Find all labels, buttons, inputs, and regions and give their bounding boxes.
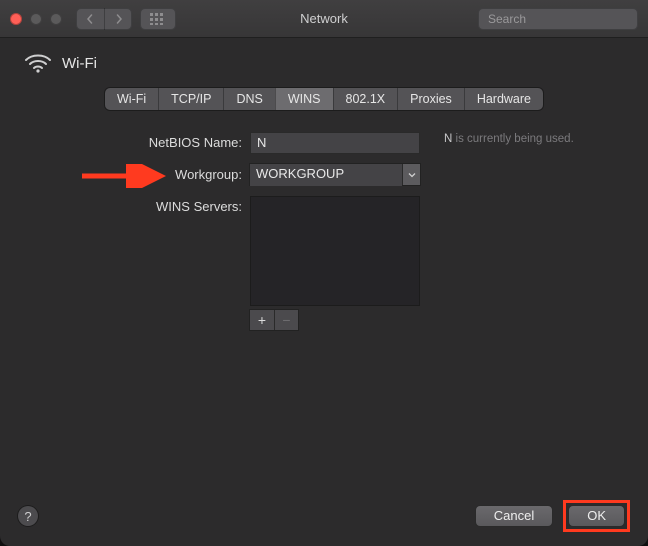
chevron-left-icon xyxy=(85,14,95,24)
interface-header: Wi-Fi xyxy=(0,38,648,82)
netbios-name-field[interactable]: N xyxy=(250,132,420,154)
help-button[interactable]: ? xyxy=(18,506,38,526)
tab-hardware[interactable]: Hardware xyxy=(464,88,543,110)
wins-servers-add-remove: + − xyxy=(250,310,298,330)
wins-form: N is currently being used. NetBIOS Name:… xyxy=(0,132,648,340)
zoom-window-icon[interactable] xyxy=(50,13,62,25)
netbios-hint: N is currently being used. xyxy=(444,132,584,146)
back-button[interactable] xyxy=(76,8,104,30)
netbios-hint-rest: is currently being used. xyxy=(452,133,573,145)
titlebar: Network xyxy=(0,0,648,38)
workgroup-label: Workgroup: xyxy=(90,164,250,186)
wins-servers-list[interactable] xyxy=(250,196,420,306)
cancel-button[interactable]: Cancel xyxy=(475,505,553,527)
search-input[interactable] xyxy=(488,12,643,26)
back-forward-segment xyxy=(76,8,132,30)
add-wins-server-button[interactable]: + xyxy=(250,310,274,330)
wifi-icon xyxy=(24,52,52,74)
workgroup-field[interactable]: WORKGROUP xyxy=(250,164,420,185)
chevron-right-icon xyxy=(114,14,124,24)
wins-servers-label: WINS Servers: xyxy=(90,196,250,218)
annotation-highlight: OK xyxy=(563,500,630,532)
remove-wins-server-button: − xyxy=(274,310,298,330)
netbios-label: NetBIOS Name: xyxy=(90,132,250,154)
interface-name: Wi-Fi xyxy=(62,55,97,72)
footer: ? Cancel OK xyxy=(0,500,648,532)
tab-8021x[interactable]: 802.1X xyxy=(333,88,398,110)
tab-wins[interactable]: WINS xyxy=(275,88,333,110)
tab-dns[interactable]: DNS xyxy=(223,88,274,110)
tab-proxies[interactable]: Proxies xyxy=(397,88,464,110)
chevron-down-icon xyxy=(408,171,416,179)
forward-button[interactable] xyxy=(104,8,132,30)
show-all-button[interactable] xyxy=(140,8,176,30)
close-window-icon[interactable] xyxy=(10,13,22,25)
grid-icon xyxy=(150,13,166,25)
tab-bar: Wi-Fi TCP/IP DNS WINS 802.1X Proxies Har… xyxy=(105,88,543,110)
question-mark-icon: ? xyxy=(24,509,31,524)
minimize-window-icon[interactable] xyxy=(30,13,42,25)
tab-wifi[interactable]: Wi-Fi xyxy=(105,88,158,110)
workgroup-value[interactable]: WORKGROUP xyxy=(250,164,402,186)
window-controls xyxy=(10,13,62,25)
preferences-window: Network Wi-Fi Wi-Fi TCP/IP DNS WINS 802.… xyxy=(0,0,648,546)
ok-button[interactable]: OK xyxy=(568,505,625,527)
show-all-segment xyxy=(140,8,176,30)
workgroup-dropdown-button[interactable] xyxy=(402,164,420,185)
search-field[interactable] xyxy=(478,8,638,30)
tab-tcpip[interactable]: TCP/IP xyxy=(158,88,223,110)
